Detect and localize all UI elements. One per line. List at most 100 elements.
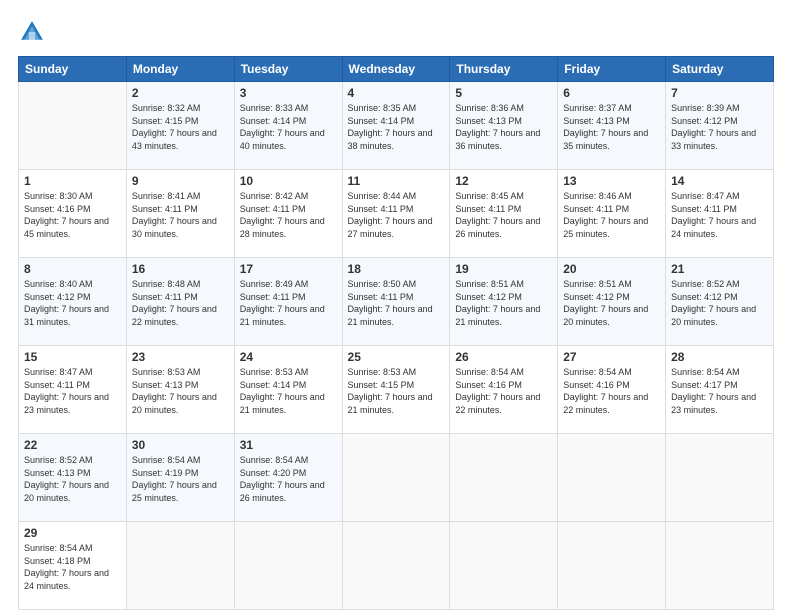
calendar-cell [234,522,342,610]
calendar-cell: 7 Sunrise: 8:39 AMSunset: 4:12 PMDayligh… [666,82,774,170]
day-number: 30 [132,438,229,452]
calendar-week-row: 2 Sunrise: 8:32 AMSunset: 4:15 PMDayligh… [19,82,774,170]
day-info: Sunrise: 8:54 AMSunset: 4:16 PMDaylight:… [455,367,540,415]
calendar-cell: 18 Sunrise: 8:50 AMSunset: 4:11 PMDaylig… [342,258,450,346]
calendar-cell: 4 Sunrise: 8:35 AMSunset: 4:14 PMDayligh… [342,82,450,170]
calendar-cell [342,434,450,522]
day-number: 20 [563,262,660,276]
calendar-cell: 6 Sunrise: 8:37 AMSunset: 4:13 PMDayligh… [558,82,666,170]
calendar-cell: 25 Sunrise: 8:53 AMSunset: 4:15 PMDaylig… [342,346,450,434]
day-info: Sunrise: 8:51 AMSunset: 4:12 PMDaylight:… [563,279,648,327]
day-number: 26 [455,350,552,364]
calendar-cell: 17 Sunrise: 8:49 AMSunset: 4:11 PMDaylig… [234,258,342,346]
day-info: Sunrise: 8:40 AMSunset: 4:12 PMDaylight:… [24,279,109,327]
day-info: Sunrise: 8:36 AMSunset: 4:13 PMDaylight:… [455,103,540,151]
day-number: 16 [132,262,229,276]
calendar-week-row: 22 Sunrise: 8:52 AMSunset: 4:13 PMDaylig… [19,434,774,522]
calendar-week-row: 15 Sunrise: 8:47 AMSunset: 4:11 PMDaylig… [19,346,774,434]
day-number: 25 [348,350,445,364]
column-header-thursday: Thursday [450,57,558,82]
calendar-cell: 12 Sunrise: 8:45 AMSunset: 4:11 PMDaylig… [450,170,558,258]
logo [18,18,50,46]
calendar-cell: 21 Sunrise: 8:52 AMSunset: 4:12 PMDaylig… [666,258,774,346]
day-info: Sunrise: 8:39 AMSunset: 4:12 PMDaylight:… [671,103,756,151]
day-info: Sunrise: 8:54 AMSunset: 4:20 PMDaylight:… [240,455,325,503]
day-info: Sunrise: 8:41 AMSunset: 4:11 PMDaylight:… [132,191,217,239]
day-info: Sunrise: 8:54 AMSunset: 4:18 PMDaylight:… [24,543,109,591]
column-header-friday: Friday [558,57,666,82]
calendar-page: SundayMondayTuesdayWednesdayThursdayFrid… [0,0,792,612]
calendar-cell: 26 Sunrise: 8:54 AMSunset: 4:16 PMDaylig… [450,346,558,434]
calendar-week-row: 1 Sunrise: 8:30 AMSunset: 4:16 PMDayligh… [19,170,774,258]
day-number: 1 [24,174,121,188]
calendar-cell [666,522,774,610]
day-info: Sunrise: 8:54 AMSunset: 4:17 PMDaylight:… [671,367,756,415]
day-info: Sunrise: 8:32 AMSunset: 4:15 PMDaylight:… [132,103,217,151]
logo-icon [18,18,46,46]
calendar-week-row: 8 Sunrise: 8:40 AMSunset: 4:12 PMDayligh… [19,258,774,346]
day-number: 27 [563,350,660,364]
calendar-cell [342,522,450,610]
calendar-cell: 9 Sunrise: 8:41 AMSunset: 4:11 PMDayligh… [126,170,234,258]
day-info: Sunrise: 8:52 AMSunset: 4:13 PMDaylight:… [24,455,109,503]
calendar-cell: 30 Sunrise: 8:54 AMSunset: 4:19 PMDaylig… [126,434,234,522]
day-info: Sunrise: 8:49 AMSunset: 4:11 PMDaylight:… [240,279,325,327]
day-number: 21 [671,262,768,276]
day-number: 7 [671,86,768,100]
calendar-week-row: 29 Sunrise: 8:54 AMSunset: 4:18 PMDaylig… [19,522,774,610]
day-number: 5 [455,86,552,100]
day-info: Sunrise: 8:37 AMSunset: 4:13 PMDaylight:… [563,103,648,151]
calendar-cell [558,522,666,610]
calendar-cell: 22 Sunrise: 8:52 AMSunset: 4:13 PMDaylig… [19,434,127,522]
day-info: Sunrise: 8:52 AMSunset: 4:12 PMDaylight:… [671,279,756,327]
day-number: 18 [348,262,445,276]
day-info: Sunrise: 8:54 AMSunset: 4:19 PMDaylight:… [132,455,217,503]
calendar-cell: 3 Sunrise: 8:33 AMSunset: 4:14 PMDayligh… [234,82,342,170]
day-number: 22 [24,438,121,452]
calendar-cell [19,82,127,170]
calendar-cell: 29 Sunrise: 8:54 AMSunset: 4:18 PMDaylig… [19,522,127,610]
header [18,18,774,46]
calendar-cell: 15 Sunrise: 8:47 AMSunset: 4:11 PMDaylig… [19,346,127,434]
day-info: Sunrise: 8:53 AMSunset: 4:15 PMDaylight:… [348,367,433,415]
calendar-cell: 10 Sunrise: 8:42 AMSunset: 4:11 PMDaylig… [234,170,342,258]
day-number: 14 [671,174,768,188]
calendar-cell: 28 Sunrise: 8:54 AMSunset: 4:17 PMDaylig… [666,346,774,434]
day-info: Sunrise: 8:33 AMSunset: 4:14 PMDaylight:… [240,103,325,151]
day-number: 29 [24,526,121,540]
day-info: Sunrise: 8:46 AMSunset: 4:11 PMDaylight:… [563,191,648,239]
day-number: 4 [348,86,445,100]
day-number: 28 [671,350,768,364]
calendar-cell: 8 Sunrise: 8:40 AMSunset: 4:12 PMDayligh… [19,258,127,346]
day-number: 17 [240,262,337,276]
day-info: Sunrise: 8:35 AMSunset: 4:14 PMDaylight:… [348,103,433,151]
day-info: Sunrise: 8:53 AMSunset: 4:14 PMDaylight:… [240,367,325,415]
day-info: Sunrise: 8:51 AMSunset: 4:12 PMDaylight:… [455,279,540,327]
calendar-cell [666,434,774,522]
column-header-saturday: Saturday [666,57,774,82]
day-number: 13 [563,174,660,188]
calendar-cell: 19 Sunrise: 8:51 AMSunset: 4:12 PMDaylig… [450,258,558,346]
day-number: 2 [132,86,229,100]
calendar-cell: 31 Sunrise: 8:54 AMSunset: 4:20 PMDaylig… [234,434,342,522]
day-info: Sunrise: 8:50 AMSunset: 4:11 PMDaylight:… [348,279,433,327]
day-number: 23 [132,350,229,364]
calendar-cell: 20 Sunrise: 8:51 AMSunset: 4:12 PMDaylig… [558,258,666,346]
day-number: 6 [563,86,660,100]
calendar-header-row: SundayMondayTuesdayWednesdayThursdayFrid… [19,57,774,82]
calendar-cell: 1 Sunrise: 8:30 AMSunset: 4:16 PMDayligh… [19,170,127,258]
calendar-cell: 27 Sunrise: 8:54 AMSunset: 4:16 PMDaylig… [558,346,666,434]
day-info: Sunrise: 8:47 AMSunset: 4:11 PMDaylight:… [24,367,109,415]
day-number: 8 [24,262,121,276]
calendar-cell [558,434,666,522]
day-number: 31 [240,438,337,452]
calendar-cell [126,522,234,610]
day-number: 15 [24,350,121,364]
day-info: Sunrise: 8:54 AMSunset: 4:16 PMDaylight:… [563,367,648,415]
day-info: Sunrise: 8:42 AMSunset: 4:11 PMDaylight:… [240,191,325,239]
calendar-cell [450,434,558,522]
column-header-tuesday: Tuesday [234,57,342,82]
day-number: 10 [240,174,337,188]
column-header-monday: Monday [126,57,234,82]
calendar-table: SundayMondayTuesdayWednesdayThursdayFrid… [18,56,774,610]
